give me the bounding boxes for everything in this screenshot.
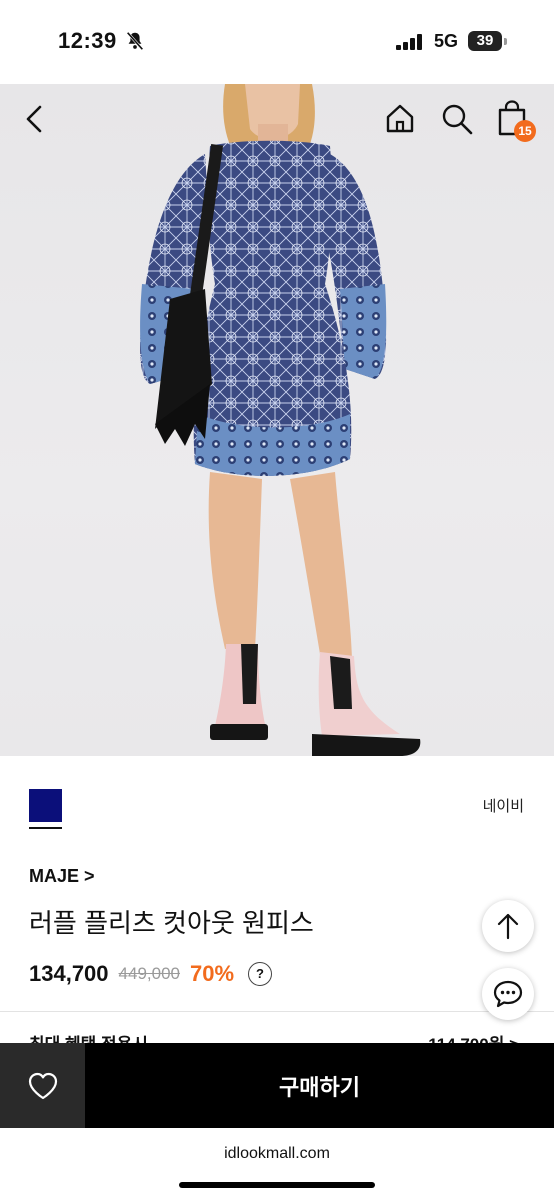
search-icon[interactable] [440,102,474,136]
back-icon[interactable] [22,104,48,134]
battery-level: 39 [476,32,494,49]
price-help-button[interactable]: ? [248,962,273,986]
discount-rate: 70% [189,961,235,986]
status-bar: 12:39 5G 39 [0,0,554,84]
product-title: 러플 플리츠 컷아웃 원피스 [29,908,314,938]
product-image[interactable] [0,84,554,756]
bell-off-icon [126,31,144,51]
cart-count-badge: 15 [514,120,536,142]
scroll-top-button[interactable] [482,900,534,952]
cellular-signal-icon [396,34,422,50]
buy-button[interactable]: 구매하기 [85,1043,554,1128]
home-indicator [179,1182,375,1188]
sale-price: 134,700 [29,961,109,986]
price-row: 134,700 449,000 70% ? [29,958,273,990]
battery-indicator: 39 [468,31,502,51]
color-name: 네이비 [482,798,524,815]
wishlist-button[interactable] [0,1043,85,1128]
chat-button[interactable] [482,968,534,1020]
brand-link[interactable]: MAJE > [29,866,95,887]
max-benefit-row[interactable]: 최대 혜택 적용시 114,700원 > [29,1030,529,1044]
heart-icon [28,1072,57,1099]
divider [0,1011,554,1012]
status-time: 12:39 [58,28,117,53]
battery-tip [504,38,507,45]
chat-bubble-icon [493,980,523,1008]
color-swatch[interactable] [29,789,62,822]
product-photo-illustration [140,84,421,756]
max-benefit-price: 114,700원 > [428,1030,519,1044]
swatch-selected-indicator [29,827,62,829]
home-icon[interactable] [384,102,416,134]
arrow-up-icon [497,913,519,940]
url-text[interactable]: idlookmall.com [0,1145,554,1163]
original-price: 449,000 [118,964,180,983]
browser-url-bar [0,1128,554,1200]
network-type: 5G [434,31,459,51]
